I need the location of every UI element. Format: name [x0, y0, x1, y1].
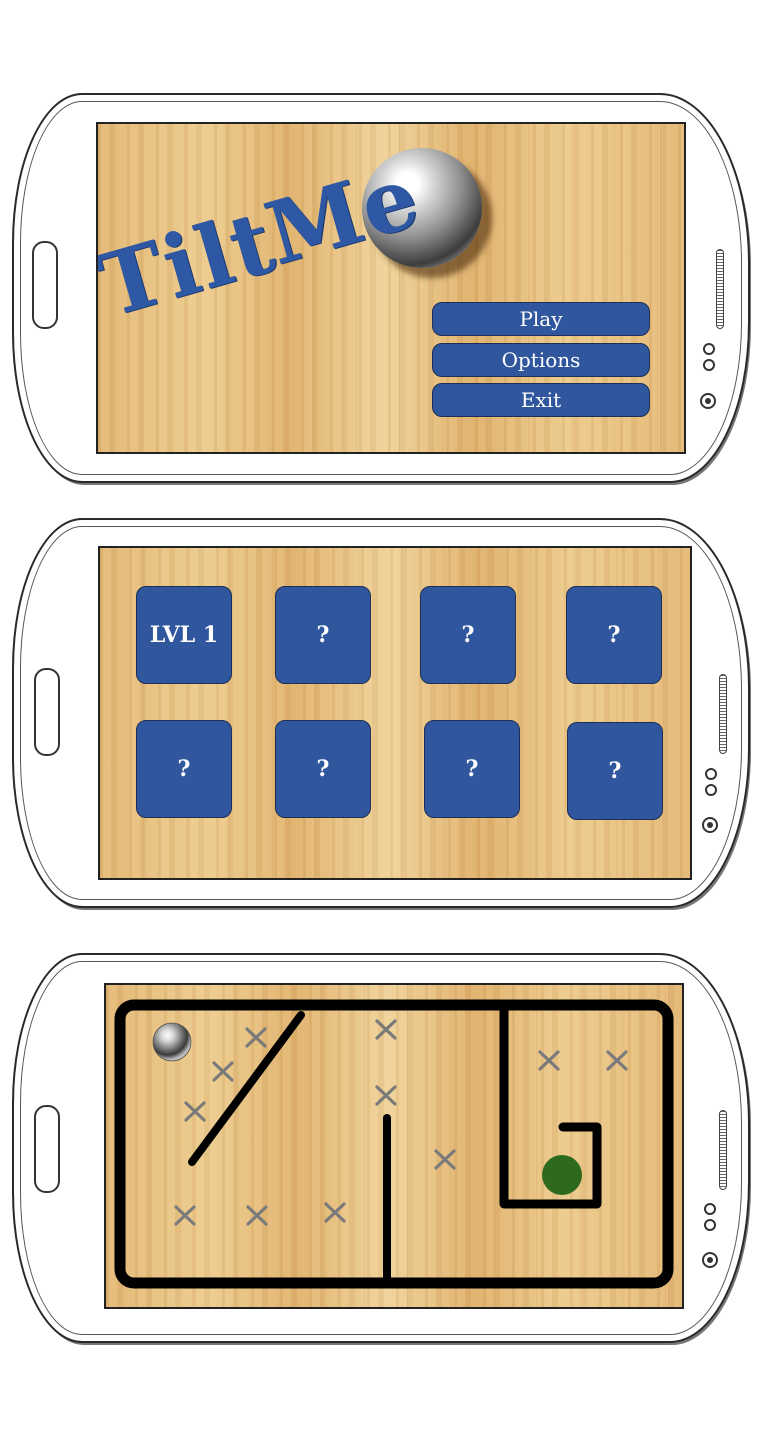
- hazard-x-marker: [174, 1205, 196, 1226]
- exit-button[interactable]: Exit: [432, 383, 650, 417]
- options-button[interactable]: Options: [432, 343, 650, 377]
- screen-main-menu: Tilt Me Play Options Exit: [96, 122, 686, 454]
- phone-speaker-grille: [716, 249, 724, 329]
- hazard-x-marker: [434, 1149, 456, 1170]
- phone-sensor: [703, 359, 715, 371]
- level-tile-4[interactable]: ?: [566, 586, 662, 684]
- level-tile-7[interactable]: ?: [424, 720, 520, 818]
- level-tile-1[interactable]: LVL 1: [136, 586, 232, 684]
- goal-hole: [542, 1155, 582, 1195]
- level-tile-8[interactable]: ?: [567, 722, 663, 820]
- level-tile-6[interactable]: ?: [275, 720, 371, 818]
- hazard-x-marker: [538, 1050, 560, 1071]
- level-tile-2[interactable]: ?: [275, 586, 371, 684]
- phone-speaker-grille: [719, 1110, 727, 1190]
- phone-camera-icon: [702, 817, 718, 833]
- phone-home-button[interactable]: [34, 668, 60, 756]
- play-button[interactable]: Play: [432, 302, 650, 336]
- maze-wall-diagonal: [188, 1011, 305, 1166]
- phone-home-button[interactable]: [32, 241, 58, 329]
- player-ball: [152, 1022, 192, 1062]
- hazard-x-marker: [184, 1101, 206, 1122]
- title-tilt: Tilt: [96, 191, 287, 337]
- phone-home-button[interactable]: [34, 1105, 60, 1193]
- level-tile-3[interactable]: ?: [420, 586, 516, 684]
- hazard-x-marker: [324, 1202, 346, 1223]
- level-tile-5[interactable]: ?: [136, 720, 232, 818]
- phone-speaker-grille: [719, 674, 727, 754]
- phone-sensor: [705, 768, 717, 780]
- phone-sensor: [705, 784, 717, 796]
- phone-sensor: [704, 1203, 716, 1215]
- phone-main-menu: Tilt Me Play Options Exit: [12, 93, 752, 485]
- phone-sensor: [703, 343, 715, 355]
- maze-board: [114, 999, 674, 1289]
- hazard-x-marker: [606, 1050, 628, 1071]
- screen-game: [104, 983, 684, 1309]
- phone-level-select: LVL 1 ? ? ? ? ? ? ?: [12, 518, 752, 910]
- phone-sensor: [704, 1219, 716, 1231]
- phone-game: [12, 953, 752, 1345]
- hazard-x-marker: [245, 1027, 267, 1048]
- hazard-x-marker: [375, 1019, 397, 1040]
- hazard-x-marker: [375, 1085, 397, 1106]
- hazard-x-marker: [212, 1061, 234, 1082]
- phone-camera-icon: [700, 393, 716, 409]
- screen-level-select: LVL 1 ? ? ? ? ? ? ?: [98, 546, 692, 880]
- phone-camera-icon: [702, 1252, 718, 1268]
- hazard-x-marker: [246, 1205, 268, 1226]
